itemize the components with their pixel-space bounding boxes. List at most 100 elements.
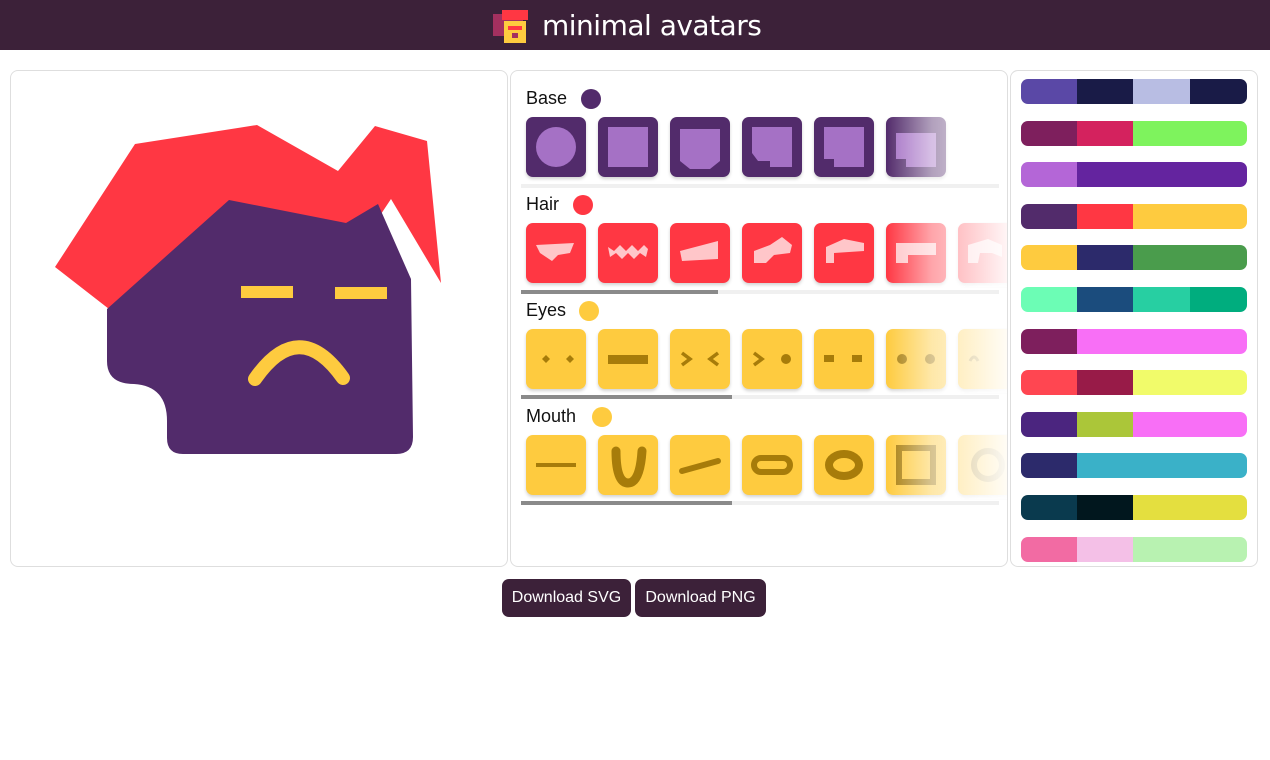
- base-scrollbar-track[interactable]: [521, 184, 999, 188]
- palette-color: [1021, 411, 1077, 437]
- eyes-option-diamonds[interactable]: [526, 329, 586, 389]
- palette-color: [1077, 453, 1133, 479]
- palette-option[interactable]: [1021, 79, 1247, 104]
- app-title: minimal avatars: [542, 9, 762, 42]
- base-option-circle[interactable]: [526, 117, 586, 177]
- palette-color: [1190, 203, 1247, 229]
- eyes-option-wink[interactable]: [742, 329, 802, 389]
- palette-option[interactable]: [1021, 370, 1247, 396]
- palette-option[interactable]: [1021, 287, 1247, 312]
- base-option-step[interactable]: [886, 117, 946, 177]
- palette-color: [1190, 495, 1247, 520]
- mouth-option-square[interactable]: [886, 435, 946, 495]
- eyes-option-dots[interactable]: [886, 329, 946, 389]
- palette-option[interactable]: [1021, 120, 1247, 146]
- palette-color: [1190, 79, 1247, 104]
- hair-option-wave[interactable]: [526, 223, 586, 283]
- palette-color: [1021, 328, 1077, 354]
- palette-option[interactable]: [1021, 162, 1247, 188]
- download-svg-button[interactable]: Download SVG: [502, 579, 631, 617]
- mouth-option-pill[interactable]: [742, 435, 802, 495]
- palette-color: [1077, 287, 1133, 312]
- hair-option-block[interactable]: [886, 223, 946, 283]
- palette-color: [1077, 203, 1133, 229]
- palette-color: [1077, 79, 1133, 104]
- palette-color: [1077, 495, 1133, 520]
- palette-color: [1077, 411, 1133, 437]
- eyes-option-angles[interactable]: [670, 329, 730, 389]
- palette-color: [1190, 162, 1247, 188]
- palette-color: [1021, 79, 1077, 104]
- mouth-option-slant[interactable]: [670, 435, 730, 495]
- avatar-preview-panel: [10, 70, 508, 567]
- base-option-square[interactable]: [598, 117, 658, 177]
- download-png-button[interactable]: Download PNG: [635, 579, 766, 617]
- palette-color: [1021, 370, 1077, 396]
- hair-option-bob[interactable]: [814, 223, 874, 283]
- palette-option[interactable]: [1021, 411, 1247, 437]
- avatar-preview: [55, 125, 441, 454]
- mouth-color-swatch[interactable]: [592, 407, 612, 427]
- palette-color: [1190, 411, 1247, 437]
- palette-color: [1133, 370, 1190, 396]
- palette-color: [1133, 79, 1190, 104]
- hair-option-arch[interactable]: [958, 223, 1007, 283]
- palette-color: [1133, 287, 1190, 312]
- base-option-tab[interactable]: [814, 117, 874, 177]
- palette-color: [1077, 162, 1133, 188]
- palette-color: [1190, 453, 1247, 479]
- palette-color: [1021, 203, 1077, 229]
- palette-color: [1021, 536, 1077, 562]
- eyes-section-label: Eyes: [526, 300, 567, 320]
- palette-color: [1077, 536, 1133, 562]
- eyes-option-bar[interactable]: [598, 329, 658, 389]
- hair-color-swatch[interactable]: [573, 195, 593, 215]
- palette-option[interactable]: [1021, 536, 1247, 562]
- app-header: minimal avatars: [0, 0, 1270, 50]
- palette-color: [1190, 328, 1247, 354]
- palette-color: [1190, 287, 1247, 312]
- palette-color: [1021, 495, 1077, 520]
- palette-color: [1077, 120, 1133, 146]
- options-panel: Base Hair Eyes Mouth: [510, 70, 1008, 567]
- palette-color: [1190, 120, 1247, 146]
- hair-scrollbar-thumb[interactable]: [521, 290, 718, 294]
- palette-color: [1077, 328, 1133, 354]
- base-option-cut-square[interactable]: [670, 117, 730, 177]
- eyes-scrollbar-thumb[interactable]: [521, 395, 732, 399]
- palette-color: [1133, 203, 1190, 229]
- palette-color: [1021, 120, 1077, 146]
- mouth-options-row: [526, 435, 1007, 499]
- palette-color: [1133, 120, 1190, 146]
- base-option-notched[interactable]: [742, 117, 802, 177]
- color-palettes-panel: [1010, 70, 1258, 567]
- hair-option-zigzag[interactable]: [598, 223, 658, 283]
- palette-color: [1021, 287, 1077, 312]
- palette-color: [1190, 370, 1247, 396]
- eyes-option-dashes[interactable]: [814, 329, 874, 389]
- mouth-scrollbar-thumb[interactable]: [521, 501, 732, 505]
- palette-option[interactable]: [1021, 453, 1247, 479]
- mouth-option-line[interactable]: [526, 435, 586, 495]
- palette-color: [1133, 536, 1190, 562]
- palette-color: [1190, 536, 1247, 562]
- eyes-option-arc[interactable]: [958, 329, 1007, 389]
- mouth-option-circle[interactable]: [958, 435, 1007, 495]
- pixel-avatar-logo-icon: [493, 10, 528, 43]
- eyes-color-swatch[interactable]: [579, 301, 599, 321]
- hair-option-spike[interactable]: [742, 223, 802, 283]
- mouth-option-ring[interactable]: [814, 435, 874, 495]
- palette-option[interactable]: [1021, 495, 1247, 520]
- base-color-swatch[interactable]: [581, 89, 601, 109]
- palette-color: [1021, 162, 1077, 188]
- avatar-left-eye: [241, 286, 293, 298]
- mouth-section-label: Mouth: [526, 406, 577, 426]
- hair-option-wedge[interactable]: [670, 223, 730, 283]
- mouth-option-u-shape[interactable]: [598, 435, 658, 495]
- palette-option[interactable]: [1021, 328, 1247, 354]
- palette-option[interactable]: [1021, 203, 1247, 229]
- palette-option[interactable]: [1021, 245, 1247, 271]
- palette-color: [1133, 162, 1190, 188]
- palette-color: [1133, 245, 1190, 271]
- palette-color: [1133, 411, 1190, 437]
